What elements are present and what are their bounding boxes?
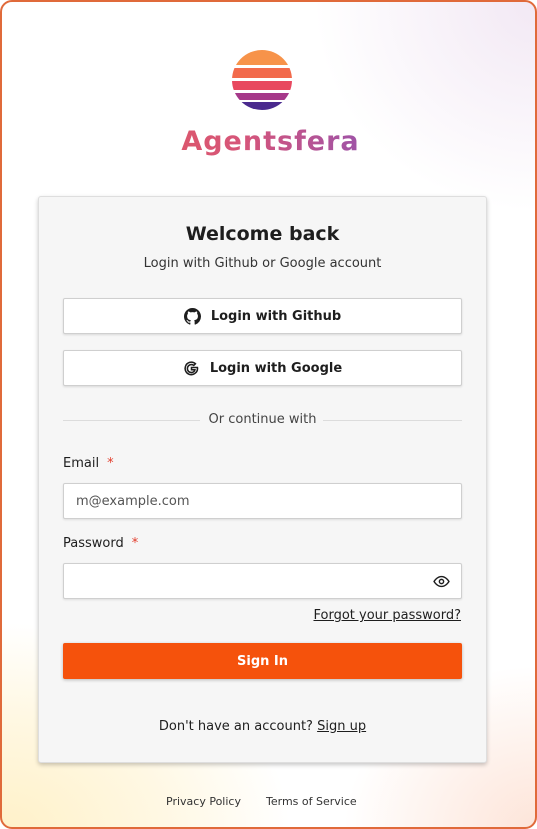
- login-card: Welcome back Login with Github or Google…: [38, 196, 487, 763]
- email-label: Email *: [63, 456, 114, 471]
- card-title: Welcome back: [185, 223, 340, 245]
- google-icon: [184, 360, 199, 375]
- password-input[interactable]: [63, 563, 462, 599]
- agentsfera-logo-icon: [232, 50, 292, 110]
- github-icon: [183, 307, 201, 325]
- github-login-label: Login with Github: [210, 308, 342, 324]
- password-label: Password *: [63, 536, 138, 551]
- password-label-text: Password: [63, 536, 124, 551]
- email-input[interactable]: [63, 483, 462, 519]
- sign-in-button[interactable]: Sign In: [63, 643, 462, 679]
- eye-icon[interactable]: [433, 573, 450, 590]
- signup-link[interactable]: Sign up: [317, 719, 366, 734]
- email-label-text: Email: [63, 456, 100, 471]
- page-frame: Agentsfera Welcome back Login with Githu…: [0, 0, 537, 829]
- github-login-button[interactable]: Login with Github: [63, 298, 462, 334]
- brand-name: Agentsfera: [2, 126, 535, 157]
- divider-line-right: [323, 420, 462, 421]
- password-required-mark: *: [131, 536, 139, 551]
- google-login-button[interactable]: Login with Google: [63, 350, 462, 386]
- terms-of-service-link[interactable]: Terms of Service: [266, 795, 357, 808]
- email-required-mark: *: [107, 456, 114, 471]
- forgot-password-link[interactable]: Forgot your password?: [313, 608, 461, 623]
- signup-prompt: Don't have an account?: [158, 719, 313, 734]
- signup-row: Don't have an account? Sign up: [39, 719, 486, 734]
- card-subtitle: Login with Github or Google account: [143, 256, 382, 271]
- google-login-label: Login with Google: [209, 360, 343, 376]
- privacy-policy-link[interactable]: Privacy Policy: [166, 795, 241, 808]
